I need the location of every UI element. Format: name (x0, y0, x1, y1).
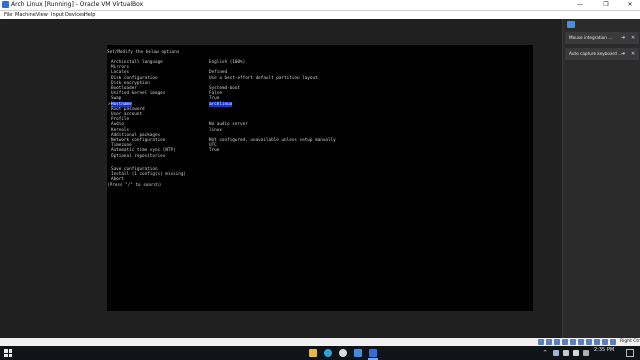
menu-machine[interactable]: Machine (15, 11, 36, 19)
shared-folders-icon[interactable] (578, 339, 584, 345)
menu-file[interactable]: File (4, 11, 12, 19)
tray-overflow-icon[interactable]: ^ (543, 346, 547, 360)
battery-tray-icon[interactable] (563, 350, 569, 356)
virtualbox-app-icon (2, 1, 9, 8)
pin-icon[interactable]: ➜ (621, 34, 625, 42)
option-label: Optional repositories (111, 153, 166, 159)
volume-tray-icon[interactable] (573, 350, 579, 356)
window-title-bar: Arch Linux [Running] - Oracle VM Virtual… (0, 0, 640, 11)
notification-auto-capture-keyboard[interactable]: Auto capture keyboard ... ➜ ✕ (565, 48, 639, 60)
pin-icon[interactable]: ➜ (621, 50, 625, 58)
notification-side-panel: Mouse integration ... ➜ ✕ Auto capture k… (562, 19, 640, 338)
mouse-integration-icon[interactable] (610, 339, 616, 345)
virtualbox-taskbar-icon[interactable] (354, 349, 362, 357)
settings-icon[interactable] (339, 349, 347, 357)
menu-devices[interactable]: Devices (65, 11, 85, 19)
menu-bar: File Machine View Input Devices Help (0, 11, 640, 19)
notification-text: Mouse integration ... (569, 35, 613, 40)
menu-help[interactable]: Help (84, 11, 95, 19)
search-hint: (Press "/" to search) (107, 183, 162, 188)
notification-center-icon[interactable] (567, 21, 575, 28)
vm-status-bar: Right Ctrl (0, 338, 640, 346)
hard-disk-icon[interactable] (538, 339, 544, 345)
action-center-icon[interactable] (626, 349, 634, 357)
file-explorer-icon[interactable] (309, 349, 317, 357)
network-icon[interactable] (562, 339, 568, 345)
guest-console[interactable]: Set/Modify the below options > Archinsta… (107, 45, 533, 311)
window-title: Arch Linux [Running] - Oracle VM Virtual… (11, 1, 144, 8)
host-key-label: Right Ctrl (620, 339, 640, 344)
menu-input[interactable]: Input (51, 11, 64, 19)
usb-icon[interactable] (570, 339, 576, 345)
windows-start-icon[interactable] (4, 349, 12, 357)
wifi-tray-icon[interactable] (583, 350, 589, 356)
audio-icon[interactable] (554, 339, 560, 345)
dismiss-icon[interactable]: ✕ (631, 34, 635, 42)
edge-browser-icon[interactable] (324, 349, 332, 357)
recording-icon[interactable] (594, 339, 600, 345)
maximize-button[interactable]: ❐ (594, 0, 618, 10)
windows-taskbar: ^ 2:35 PM (0, 346, 640, 360)
taskbar-clock[interactable]: 2:35 PM (594, 348, 614, 353)
dismiss-icon[interactable]: ✕ (631, 50, 635, 58)
action-abort[interactable]: Abort (111, 177, 124, 182)
close-button[interactable]: ✕ (618, 0, 640, 10)
notification-mouse-integration[interactable]: Mouse integration ... ➜ ✕ (565, 32, 639, 44)
optical-drive-icon[interactable] (546, 339, 552, 345)
display-icon[interactable] (586, 339, 592, 345)
arch-vm-taskbar-icon[interactable] (369, 349, 377, 357)
minimize-button[interactable]: — (568, 0, 592, 10)
console-header: Set/Modify the below options (107, 50, 180, 55)
cpu-icon[interactable] (602, 339, 608, 345)
notification-text: Auto capture keyboard ... (569, 51, 623, 56)
network-tray-icon[interactable] (553, 350, 559, 356)
menu-view[interactable]: View (36, 11, 48, 19)
option-row[interactable]: Optional repositories (111, 154, 441, 159)
